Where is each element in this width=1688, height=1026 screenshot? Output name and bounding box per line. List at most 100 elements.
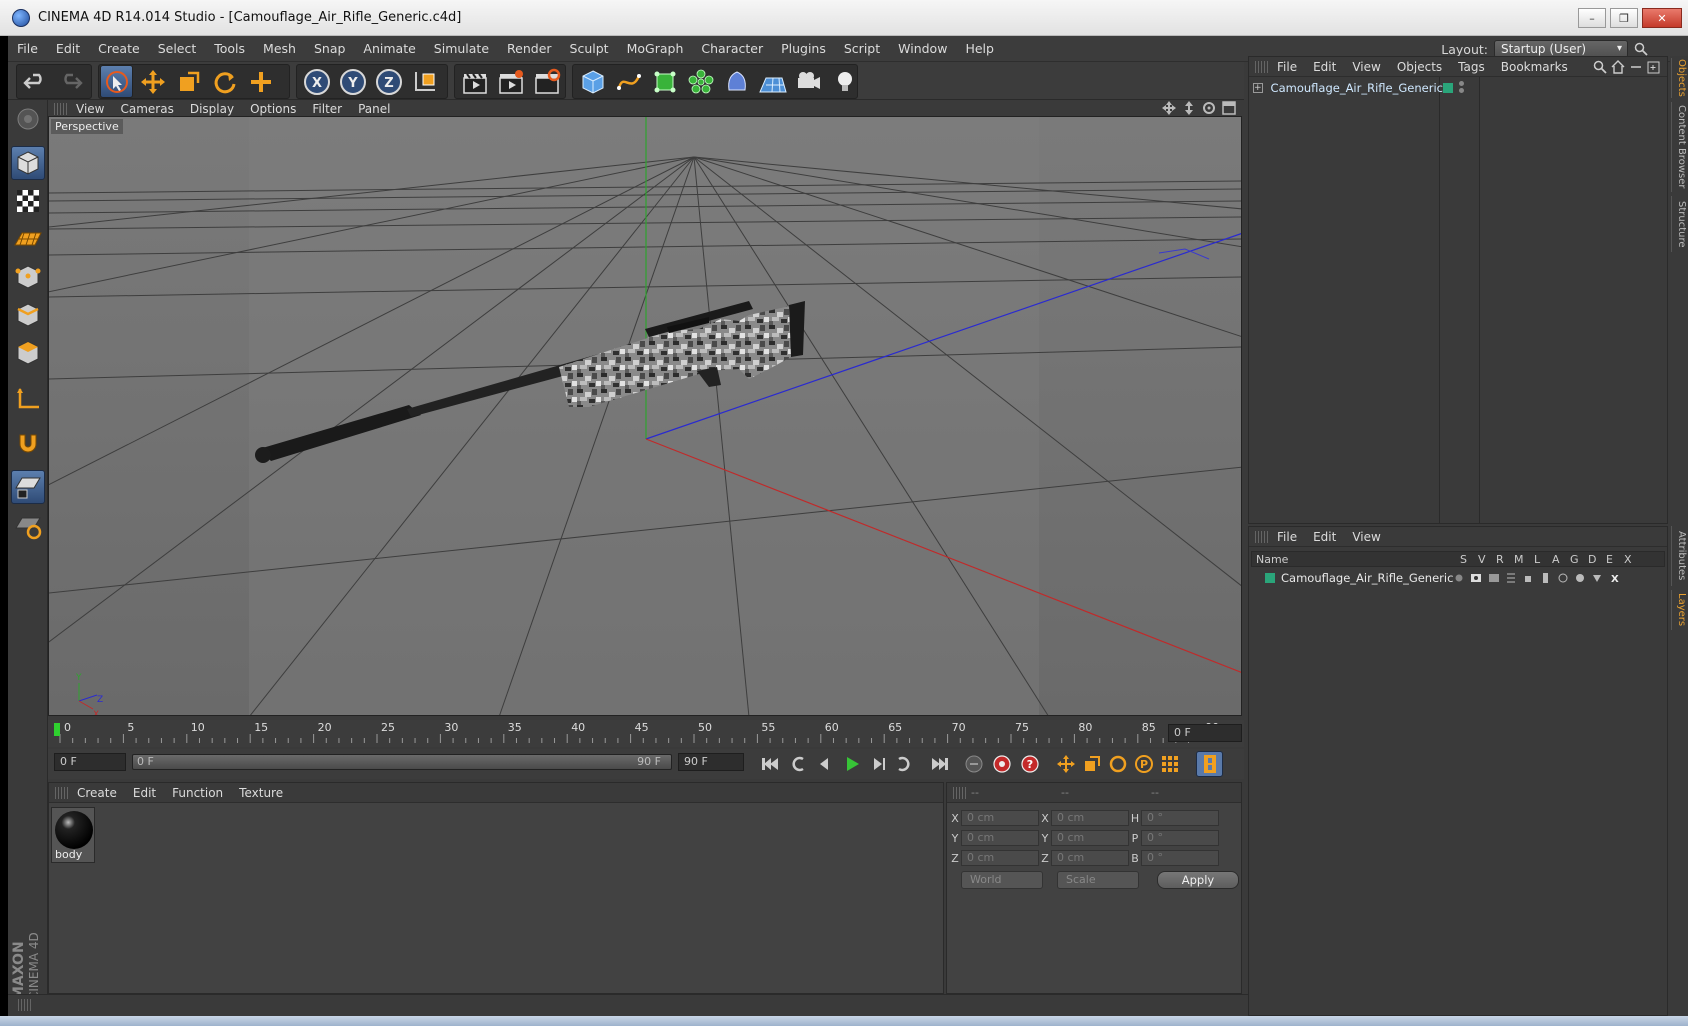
coordinate-space-dropdown[interactable]: World [961,871,1043,889]
previous-frame-button[interactable] [810,751,837,777]
menu-plugins[interactable]: Plugins [772,41,835,56]
column-name[interactable]: Name [1256,553,1288,566]
key-position-button[interactable] [1052,751,1079,777]
render-picture-viewer-button[interactable] [494,65,527,98]
search-objects-icon[interactable] [1593,60,1607,74]
menu-create[interactable]: Create [89,41,149,56]
menu-character[interactable]: Character [692,41,772,56]
menu-tools[interactable]: Tools [205,41,254,56]
object-tree-item[interactable]: + 0 Camouflage_Air_Rifle_Generic [1253,79,1443,97]
objects-menu-file[interactable]: File [1269,60,1305,74]
material-grip[interactable] [55,786,69,799]
playhead[interactable] [54,723,60,736]
z-axis-lock-button[interactable]: Z [372,65,405,98]
end-frame-field[interactable]: 90 F [678,753,744,771]
layer-row[interactable]: Camouflage_Air_Rifle_Generic X [1253,569,1663,587]
menu-edit[interactable]: Edit [47,41,89,56]
make-editable-button[interactable] [11,102,45,136]
zoom-view-icon[interactable] [1182,101,1196,115]
viewport-menu-filter[interactable]: Filter [304,102,350,116]
material-swatch-body[interactable]: body [51,807,95,863]
column-generators[interactable]: G [1570,553,1579,566]
tweak-mode-button[interactable] [11,426,45,460]
viewport-grip[interactable] [54,103,68,115]
position-x-field[interactable]: 0 cm [961,810,1039,826]
timeline-window-button[interactable] [1196,751,1223,777]
objects-menu-tags[interactable]: Tags [1450,60,1493,74]
y-axis-lock-button[interactable]: Y [336,65,369,98]
material-menu-function[interactable]: Function [164,786,231,800]
locked-workplane-button[interactable] [11,510,45,544]
back-icon[interactable] [1629,60,1643,74]
coordinates-grip[interactable] [953,786,967,799]
key-rotation-button[interactable] [1104,751,1131,777]
edges-mode-button[interactable] [11,298,45,332]
material-menu-edit[interactable]: Edit [125,786,164,800]
menu-window[interactable]: Window [889,41,956,56]
rotate-tool-button[interactable] [208,65,241,98]
key-parameter-button[interactable]: P [1130,751,1157,777]
menu-help[interactable]: Help [956,41,1003,56]
scale-tool-button[interactable] [172,65,205,98]
add-object-button[interactable] [244,65,277,98]
points-mode-button[interactable] [11,260,45,294]
redo-button[interactable] [54,65,87,98]
enable-axis-button[interactable] [11,382,45,416]
live-selection-button[interactable] [100,65,133,98]
column-animation[interactable]: A [1552,553,1560,566]
bend-deformer-button[interactable] [720,65,753,98]
layer-color-swatch[interactable] [1443,83,1453,93]
snap-button[interactable] [11,470,45,504]
minimize-button[interactable]: – [1578,8,1606,28]
size-z-field[interactable]: 0 cm [1051,850,1129,866]
tab-layers[interactable]: Layers [1671,590,1687,630]
rotation-p-field[interactable]: 0 ° [1141,830,1219,846]
camera-object-button[interactable] [792,65,825,98]
menu-mograph[interactable]: MoGraph [618,41,693,56]
key-pla-button[interactable] [1156,751,1183,777]
light-object-button[interactable] [828,65,861,98]
position-z-field[interactable]: 0 cm [961,850,1039,866]
menu-render[interactable]: Render [498,41,561,56]
play-button[interactable] [838,751,865,777]
menu-simulate[interactable]: Simulate [425,41,498,56]
expand-icon[interactable]: + [1253,83,1263,93]
tab-content-browser[interactable]: Content Browser [1671,102,1687,192]
coordinate-system-button[interactable] [408,65,441,98]
apply-button[interactable]: Apply [1157,871,1239,889]
menu-select[interactable]: Select [149,41,206,56]
home-icon[interactable] [1611,60,1625,74]
size-x-field[interactable]: 0 cm [1051,810,1129,826]
rotation-h-field[interactable]: 0 ° [1141,810,1219,826]
new-window-icon[interactable] [1647,60,1661,74]
viewport-menu-view[interactable]: View [68,102,112,116]
cube-object-button[interactable] [576,65,609,98]
previous-key-button[interactable] [784,751,811,777]
subdivision-surface-button[interactable] [648,65,681,98]
keyframe-selection-button[interactable]: ? [1016,751,1043,777]
column-render[interactable]: R [1496,553,1504,566]
go-to-start-button[interactable] [756,751,783,777]
layer-toggle-icons[interactable]: X [1453,571,1633,585]
toggle-view-icon[interactable] [1222,101,1236,115]
autokeying-button[interactable] [988,751,1015,777]
search-icon[interactable] [1634,42,1648,56]
objects-menu-view[interactable]: View [1344,60,1388,74]
range-slider[interactable]: 0 F 90 F [132,754,672,770]
go-to-end-button[interactable] [926,751,953,777]
objects-menu-bookmarks[interactable]: Bookmarks [1493,60,1576,74]
viewport-camera-label[interactable]: Perspective [51,119,123,134]
objects-menu-objects[interactable]: Objects [1389,60,1450,74]
object-manager-grip[interactable] [1255,60,1269,73]
close-button[interactable]: ✕ [1642,8,1682,28]
rotation-b-field[interactable]: 0 ° [1141,850,1219,866]
menu-mesh[interactable]: Mesh [254,41,305,56]
menu-script[interactable]: Script [835,41,889,56]
tab-objects[interactable]: Objects [1671,58,1687,98]
next-key-button[interactable] [890,751,917,777]
layers-menu-edit[interactable]: Edit [1305,530,1344,544]
floor-object-button[interactable] [756,65,789,98]
next-frame-button[interactable] [864,751,891,777]
column-locked[interactable]: L [1534,553,1540,566]
pan-view-icon[interactable] [1162,101,1176,115]
